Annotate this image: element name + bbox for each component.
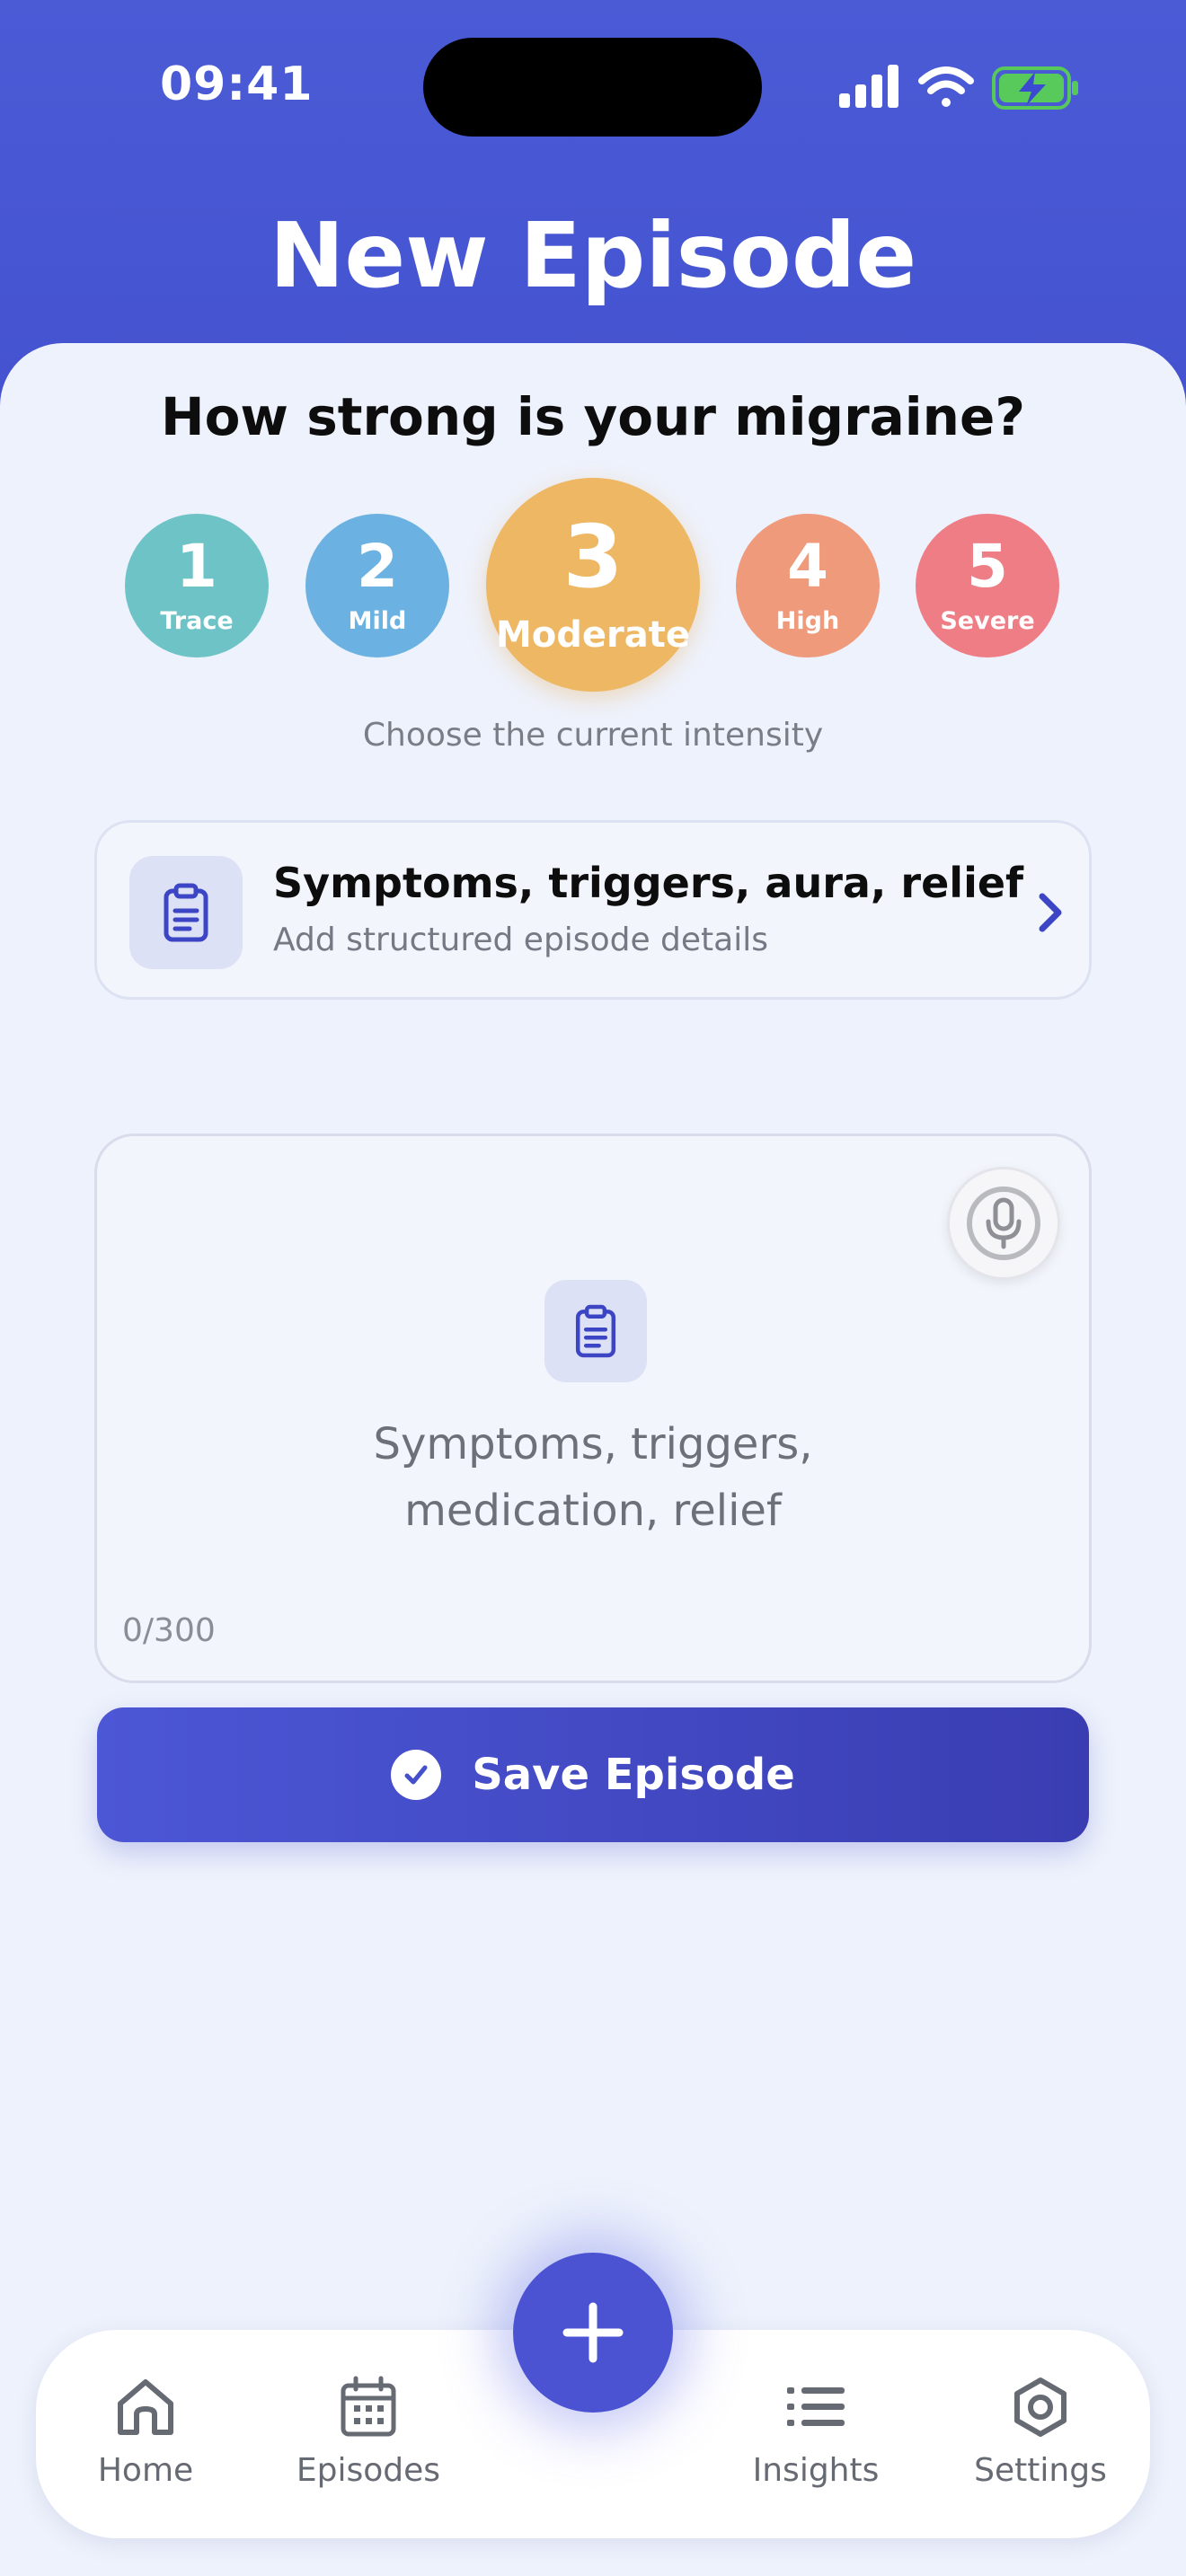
intensity-hint: Choose the current intensity xyxy=(362,717,824,754)
notes-placeholder: Symptoms, triggers, medication, relief xyxy=(373,1419,813,1536)
details-subtitle: Add structured episode details xyxy=(273,922,768,958)
intensity-selector: 1 Trace 2 Mild 3 Moderate 4 High 5 Sever… xyxy=(0,478,1186,711)
nav-insights[interactable]: Insights xyxy=(717,2375,915,2510)
intensity-level-5[interactable]: 5 Severe xyxy=(916,514,1059,657)
intensity-label: Moderate xyxy=(495,614,690,656)
intensity-number: 4 xyxy=(787,531,828,601)
microphone-icon xyxy=(967,1187,1040,1260)
chevron-right-icon xyxy=(1033,887,1069,938)
microphone-button[interactable] xyxy=(947,1167,1060,1280)
episode-details-card[interactable]: Symptoms, triggers, aura, relief Add str… xyxy=(94,820,1092,1000)
nav-home[interactable]: Home xyxy=(47,2375,244,2510)
intensity-number: 2 xyxy=(357,531,398,601)
list-icon xyxy=(783,2375,848,2439)
home-icon xyxy=(113,2375,178,2439)
clipboard-icon xyxy=(544,1280,647,1382)
nav-episodes[interactable]: Episodes xyxy=(270,2375,467,2510)
gear-icon xyxy=(1008,2375,1073,2439)
status-bar: 09:41 xyxy=(0,0,1186,171)
status-time: 09:41 xyxy=(160,57,314,111)
character-counter: 0/300 xyxy=(122,1612,216,1649)
intensity-level-3-selected[interactable]: 3 Moderate xyxy=(486,478,700,692)
save-button-label: Save Episode xyxy=(472,1750,795,1800)
page-title: New Episode xyxy=(269,203,917,308)
nav-label: Episodes xyxy=(296,2452,441,2489)
content-sheet: How strong is your migraine? 1 Trace 2 M… xyxy=(0,343,1186,2576)
cellular-signal-icon xyxy=(839,65,898,108)
plus-icon xyxy=(562,2302,624,2363)
intensity-level-1[interactable]: 1 Trace xyxy=(125,514,269,657)
intensity-question: How strong is your migraine? xyxy=(161,386,1025,447)
intensity-number: 1 xyxy=(176,531,217,601)
battery-charging-icon xyxy=(992,66,1078,110)
nav-settings[interactable]: Settings xyxy=(942,2375,1139,2510)
calendar-icon xyxy=(336,2375,401,2439)
dynamic-island xyxy=(423,38,762,137)
details-title: Symptoms, triggers, aura, relief xyxy=(273,859,1024,907)
notes-textarea[interactable]: Symptoms, triggers, medication, relief 0… xyxy=(94,1134,1092,1683)
intensity-label: High xyxy=(775,606,840,635)
checkmark-icon xyxy=(391,1750,442,1800)
nav-label: Settings xyxy=(974,2452,1107,2489)
status-icons xyxy=(839,63,1082,113)
clipboard-icon xyxy=(129,856,243,969)
intensity-label: Mild xyxy=(348,606,407,635)
save-episode-button[interactable]: Save Episode xyxy=(97,1707,1089,1842)
intensity-level-2[interactable]: 2 Mild xyxy=(305,514,449,657)
nav-label: Insights xyxy=(752,2452,880,2489)
add-episode-fab[interactable] xyxy=(513,2253,673,2413)
intensity-level-4[interactable]: 4 High xyxy=(736,514,880,657)
intensity-label: Trace xyxy=(160,606,234,635)
nav-label: Home xyxy=(97,2452,194,2489)
intensity-label: Severe xyxy=(940,606,1035,635)
intensity-number: 5 xyxy=(967,531,1008,601)
intensity-number: 3 xyxy=(562,507,624,607)
wifi-icon xyxy=(918,66,974,107)
